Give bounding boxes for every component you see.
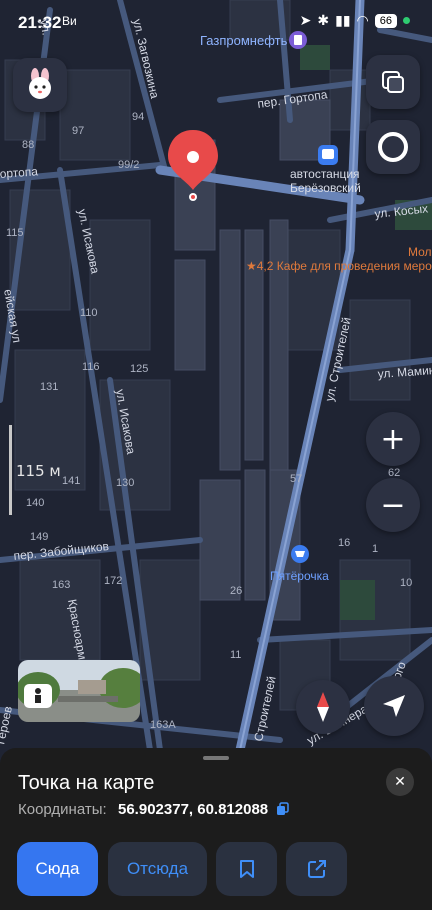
house-number: 130 <box>116 477 134 489</box>
coordinates-label: Координаты: <box>18 801 107 818</box>
status-bar: 21:32 Ви ➤ ✱ ▮▮ ◠ 66 <box>0 0 432 44</box>
panorama-thumbnail[interactable] <box>18 660 140 722</box>
sheet-handle[interactable] <box>203 756 229 760</box>
bunny-avatar-icon <box>29 68 51 99</box>
house-number: 10 <box>400 577 412 589</box>
house-number: 141 <box>62 475 80 487</box>
copy-icon[interactable] <box>276 802 290 816</box>
house-number: 140 <box>26 497 44 509</box>
location-status-icon: ➤ <box>299 12 312 28</box>
map-scale-bar <box>9 425 12 515</box>
panorama-icon <box>24 684 52 708</box>
house-number: 99/2 <box>118 159 139 171</box>
status-dot-icon <box>403 17 410 24</box>
house-number: 110 <box>80 307 98 319</box>
poi-label: Берёзовский <box>290 181 361 195</box>
poi-label: автостанция <box>290 167 360 181</box>
map-scale-label: 115 м <box>16 462 61 480</box>
house-number: 1 <box>372 543 378 555</box>
house-number: 125 <box>130 363 148 375</box>
poi-label: Мол <box>408 245 432 259</box>
alice-ring-icon <box>378 132 408 162</box>
house-number: 16 <box>338 537 350 549</box>
house-number: 172 <box>104 575 122 587</box>
house-number: 131 <box>40 381 58 393</box>
place-title: Точка на карте <box>18 772 155 794</box>
status-time: 21:32 <box>18 13 62 32</box>
bookmark-icon <box>239 860 254 878</box>
layers-icon <box>382 71 404 93</box>
alice-button[interactable] <box>366 120 420 174</box>
profile-button[interactable] <box>13 58 67 112</box>
house-number: 115 <box>6 227 24 239</box>
signal-icon: ▮▮ <box>335 12 351 28</box>
share-icon <box>307 860 326 878</box>
my-location-button[interactable] <box>364 676 424 736</box>
house-number: 26 <box>230 585 242 597</box>
status-icons: ➤ ✱ ▮▮ ◠ 66 <box>300 12 410 29</box>
house-number: 11 <box>230 649 241 661</box>
close-button[interactable]: ✕ <box>386 768 414 796</box>
coordinates-value[interactable]: 56.902377, 60.812088 <box>118 801 268 818</box>
poi-label: Пятёрочка <box>270 569 329 583</box>
house-number: 97 <box>72 125 84 137</box>
house-number: 116 <box>82 361 100 373</box>
wifi-icon: ◠ <box>356 12 369 28</box>
compass-icon <box>317 692 329 722</box>
bookmark-button[interactable] <box>216 842 277 896</box>
house-number: 88 <box>22 139 34 151</box>
zoom-in-button[interactable]: + <box>366 412 420 466</box>
poi-label: ★4,2 Кафе для проведения меро <box>246 259 432 273</box>
share-button[interactable] <box>286 842 347 896</box>
house-number: 57 <box>290 473 302 485</box>
map-canvas[interactable]: ул. Загвозкина пер. Гортопа ортопа ул. И… <box>0 0 432 750</box>
battery-icon: 66 <box>374 13 397 28</box>
navigation-arrow-icon <box>383 695 405 717</box>
route-here-button[interactable]: Сюда <box>17 842 98 896</box>
compass-button[interactable] <box>296 680 350 734</box>
route-from-button[interactable]: Отсюда <box>108 842 207 896</box>
house-number: 163 <box>52 579 70 591</box>
bluetooth-icon: ✱ <box>317 12 330 28</box>
zoom-out-button[interactable]: − <box>366 478 420 532</box>
house-number: 149 <box>30 531 48 543</box>
house-number: 94 <box>132 111 144 123</box>
street-label: ортопа <box>0 164 39 181</box>
status-carrier: Ви <box>62 14 77 28</box>
house-number: 163А <box>150 719 176 731</box>
layers-button[interactable] <box>366 55 420 109</box>
